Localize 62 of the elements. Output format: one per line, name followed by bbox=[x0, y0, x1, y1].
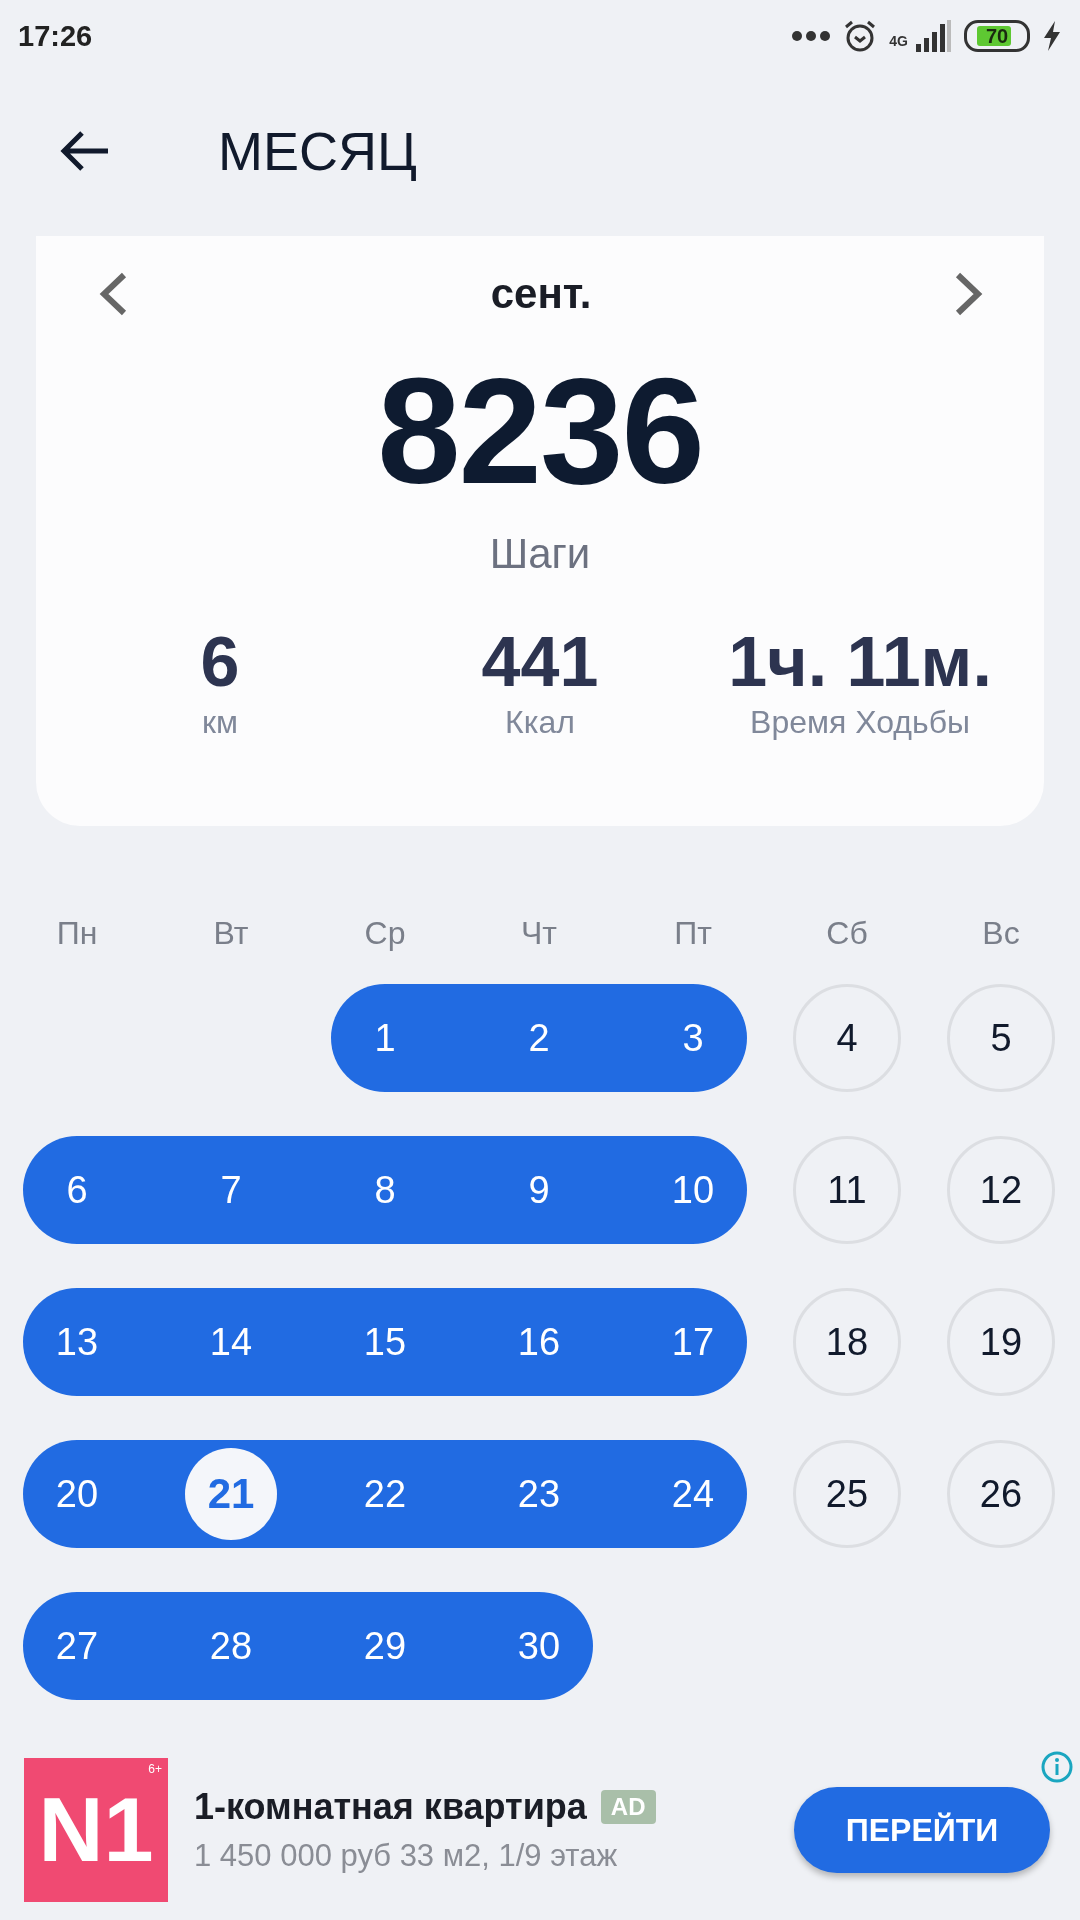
stat-label: Ккал bbox=[505, 703, 575, 741]
day-cell[interactable]: 24 bbox=[616, 1440, 747, 1548]
steps-label: Шаги bbox=[489, 530, 591, 578]
day-cell[interactable]: 28 bbox=[154, 1592, 308, 1700]
day-cell[interactable]: 4 bbox=[793, 984, 901, 1092]
weekday-label: Чт bbox=[520, 914, 558, 953]
weekday-label: Пт bbox=[673, 914, 713, 953]
ad-description: 1 450 000 руб 33 м2, 1/9 этаж bbox=[194, 1838, 619, 1874]
chevron-left-icon[interactable] bbox=[98, 271, 128, 317]
day-cell[interactable]: 14 bbox=[154, 1288, 308, 1396]
day-cell[interactable]: 13 bbox=[23, 1288, 154, 1396]
info-icon[interactable] bbox=[1040, 1750, 1074, 1784]
day-cell[interactable]: 25 bbox=[793, 1440, 901, 1548]
stat-value: 441 bbox=[481, 626, 599, 700]
day-cell[interactable]: 8 bbox=[308, 1136, 462, 1244]
stat-value: 6 bbox=[200, 626, 240, 700]
month-label: сент. bbox=[490, 270, 592, 318]
day-cell[interactable]: 23 bbox=[462, 1440, 616, 1548]
weekday-label: Вт bbox=[212, 914, 250, 953]
day-cell[interactable]: 19 bbox=[947, 1288, 1055, 1396]
charging-bolt-icon bbox=[1042, 21, 1062, 51]
day-cell[interactable]: 22 bbox=[308, 1440, 462, 1548]
network-type: 4G bbox=[889, 33, 908, 49]
stat-label: км bbox=[202, 703, 238, 741]
weekday-label: Вс bbox=[981, 914, 1021, 953]
go-button[interactable]: ПЕРЕЙТИ bbox=[794, 1787, 1050, 1873]
weekday-label: Пн bbox=[55, 914, 99, 953]
day-cell[interactable]: 1 bbox=[331, 984, 462, 1092]
day-cell[interactable]: 27 bbox=[23, 1592, 154, 1700]
day-cell[interactable]: 29 bbox=[308, 1592, 462, 1700]
advertiser-logo: N1 6+ bbox=[24, 1758, 168, 1902]
page-title: МЕСЯЦ bbox=[218, 120, 417, 182]
battery-indicator: 70 bbox=[964, 20, 1030, 52]
day-cell[interactable]: 2 bbox=[462, 984, 616, 1092]
day-cell[interactable]: 3 bbox=[616, 984, 747, 1092]
day-cell[interactable]: 10 bbox=[616, 1136, 747, 1244]
status-time: 17:26 bbox=[18, 19, 93, 53]
stat-label: Время Ходьбы bbox=[750, 703, 970, 741]
ad-title: 1-комнатная квартира bbox=[194, 1786, 587, 1828]
day-cell[interactable]: 7 bbox=[154, 1136, 308, 1244]
day-cell[interactable]: 12 bbox=[947, 1136, 1055, 1244]
steps-count: 8236 bbox=[377, 356, 703, 506]
day-cell[interactable]: 5 bbox=[947, 984, 1055, 1092]
chevron-right-icon[interactable] bbox=[954, 271, 984, 317]
day-cell[interactable]: 6 bbox=[23, 1136, 154, 1244]
day-cell[interactable]: 26 bbox=[947, 1440, 1055, 1548]
day-cell[interactable]: 16 bbox=[462, 1288, 616, 1396]
day-cell[interactable]: 15 bbox=[308, 1288, 462, 1396]
day-cell[interactable]: 11 bbox=[793, 1136, 901, 1244]
day-cell[interactable]: 18 bbox=[793, 1288, 901, 1396]
weekday-label: Сб bbox=[825, 914, 869, 953]
day-cell[interactable]: 30 bbox=[462, 1592, 593, 1700]
day-cell[interactable]: 17 bbox=[616, 1288, 747, 1396]
more-dots-icon bbox=[791, 30, 832, 42]
day-cell[interactable]: 9 bbox=[462, 1136, 616, 1244]
alarm-clock-icon bbox=[843, 19, 878, 53]
back-arrow-icon[interactable] bbox=[60, 130, 110, 172]
stat-value: 1ч. 11м. bbox=[728, 626, 992, 700]
day-cell[interactable]: 20 bbox=[23, 1440, 154, 1548]
weekday-label: Ср bbox=[363, 914, 407, 953]
day-cell[interactable]: 21 bbox=[154, 1440, 308, 1548]
ad-badge: AD bbox=[600, 1790, 656, 1824]
